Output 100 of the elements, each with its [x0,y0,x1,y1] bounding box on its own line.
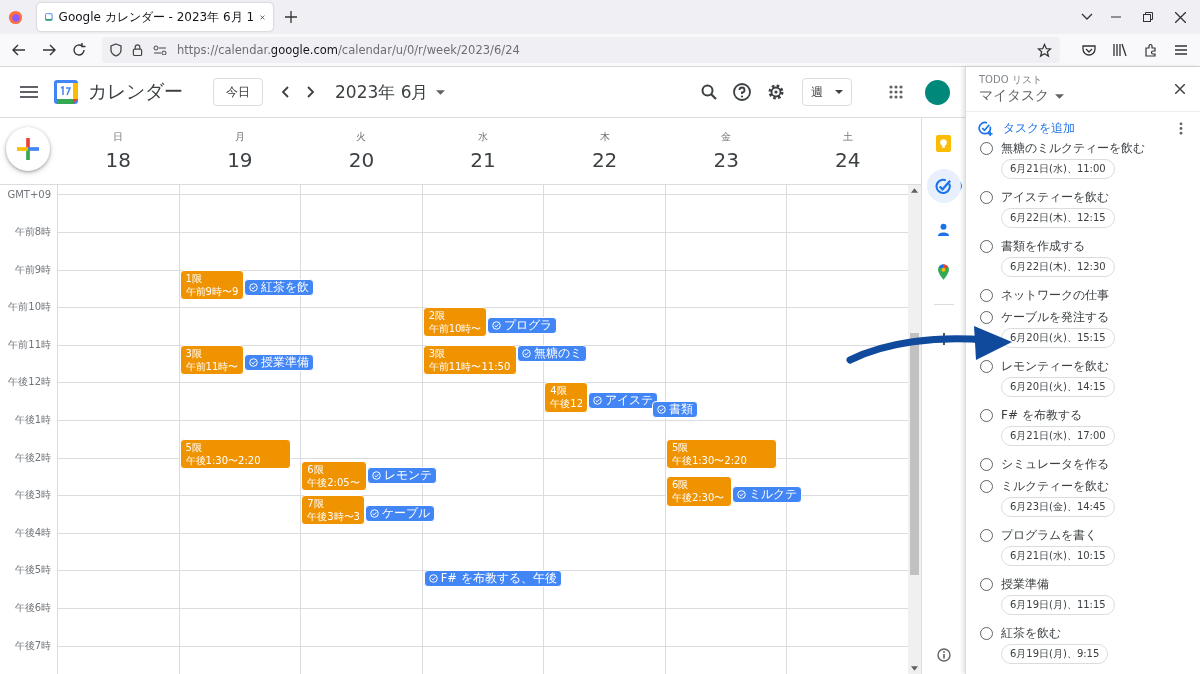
event-title: 6限 [671,478,690,492]
check-circle-icon [372,471,382,480]
check-circle-icon [370,508,380,518]
task-title[interactable]: ネットワークの仕事 [1001,287,1109,303]
lock-icon[interactable] [132,43,143,57]
settings-icon[interactable] [767,83,785,101]
task-title[interactable]: 書類を作成する [1001,238,1085,254]
next-icon[interactable] [307,86,315,98]
task-title[interactable]: 授業準備 [1001,576,1049,592]
side-app-button[interactable] [926,169,961,203]
scrollbar-thumb[interactable] [910,333,919,575]
new-tab-icon[interactable] [285,11,297,23]
task-chip[interactable]: F# を布教する、午後 [423,570,562,588]
back-icon[interactable] [12,44,26,56]
date-number[interactable]: 24 [835,148,861,172]
event-title: 1限 [185,271,203,285]
check-circle-icon [736,489,746,499]
period-dropdown[interactable]: 2023年 6月 [335,80,446,104]
check-circle-icon [248,358,258,368]
task-title[interactable]: F# を布教する [1001,407,1082,423]
date-number[interactable]: 23 [713,148,739,172]
event-title: 3限 [428,346,447,360]
close-icon[interactable] [1175,84,1185,94]
menu-icon[interactable] [1174,44,1188,56]
app-title: カレンダー [88,79,183,104]
check-circle-icon [491,320,501,330]
task-chip[interactable]: 無糖のミ [516,344,587,362]
more-options-icon[interactable] [1179,122,1183,135]
previous-icon[interactable] [281,86,289,98]
task-chip[interactable]: ケーブル [365,504,436,522]
browser-tab[interactable]: Google カレンダー - 2023年 6月 1 [37,3,273,31]
browser-logo-icon[interactable] [8,9,23,25]
task-chip[interactable]: 書類 [652,401,699,419]
task-title[interactable]: 紅茶を飲む [1001,625,1061,641]
task-title[interactable]: ミルクティーを飲む [1001,478,1109,494]
library-icon[interactable] [1112,43,1128,57]
reload-icon[interactable] [72,43,86,57]
task-chip[interactable]: 紅茶を飲 [243,279,314,296]
event-time: 午後2:05〜 [307,475,361,489]
close-icon[interactable] [1175,11,1186,23]
task-title[interactable]: レモンティーを飲む [1001,358,1109,374]
dropdown-caret-icon [436,89,446,95]
apps-grid-icon[interactable] [889,85,903,99]
task-title[interactable]: アイスティーを飲む [1001,189,1109,205]
check-circle-icon [521,348,531,358]
today-button[interactable]: 今日 [213,78,263,106]
task-chip[interactable]: プログラ [486,316,557,334]
panel-heading: TODO リスト [979,73,1043,87]
task-title[interactable]: シミュレータを作る [1001,456,1109,472]
create-button[interactable] [6,127,50,171]
extensions-icon[interactable] [1144,43,1158,57]
avatar[interactable] [925,79,950,105]
restore-icon[interactable] [1143,12,1153,22]
weekday-label: 木 [599,130,610,144]
time-label: 午後3時 [14,488,51,503]
task-chip[interactable]: レモンテ [367,467,438,484]
task-title[interactable]: 無糖のミルクティーを飲む [1001,140,1145,156]
scrollbar[interactable] [908,185,921,674]
forward-icon[interactable] [42,44,56,56]
help-icon[interactable] [733,83,751,101]
view-dropdown[interactable]: 週 [802,78,852,106]
event-title: 2限 [428,309,447,323]
scroll-up-icon[interactable] [911,188,918,193]
calendar-logo-icon [54,80,78,104]
pocket-icon[interactable] [1082,44,1096,56]
date-number[interactable]: 20 [348,148,375,172]
check-circle-icon [248,283,258,292]
permissions-icon[interactable] [153,45,167,55]
event-time: 午後1:30〜2:20 [185,453,262,467]
url-text: https://calendar.google.com/calendar/u/0/r/week/2023/6/24 [177,43,520,57]
date-number[interactable]: 18 [105,148,131,172]
menu-icon[interactable] [20,86,38,98]
time-label: 午後12時 [8,375,51,390]
address-bar[interactable]: https://calendar.google.com/calendar/u/0/r/week/2023/6/24 [102,37,1060,63]
shield-icon[interactable] [110,43,122,57]
time-label: 午前8時 [14,225,51,239]
task-title[interactable]: ケーブルを発注する [1001,309,1109,325]
weekday-label: 火 [356,130,367,144]
weekday-label: 水 [478,130,488,144]
date-number[interactable]: 22 [591,148,618,172]
tab-title: Google カレンダー - 2023年 6月 1 [58,8,255,26]
chevron-down-icon[interactable] [1081,13,1093,21]
info-icon[interactable] [936,648,951,662]
event-title: 4限 [550,384,568,398]
event-title: 5限 [185,440,203,454]
scroll-down-icon[interactable] [911,666,918,671]
event-time: 午後1:30〜2:20 [671,453,748,467]
task-chip[interactable]: ミルクテ [731,485,802,503]
add-task-button[interactable]: タスクを追加 [978,121,1075,136]
task-title[interactable]: プログラムを書く [1001,527,1097,543]
bookmark-star-icon[interactable] [1037,42,1052,58]
task-chip[interactable]: アイステ [588,391,659,409]
time-label: 午後7時 [14,638,51,653]
search-icon[interactable] [701,84,717,100]
person-icon [937,222,950,236]
date-number[interactable]: 19 [227,148,253,172]
list-dropdown[interactable]: マイタスク [979,87,1064,105]
date-number[interactable]: 21 [470,148,496,172]
task-chip[interactable]: 授業準備 [243,354,314,372]
event-title: 6限 [307,462,325,476]
